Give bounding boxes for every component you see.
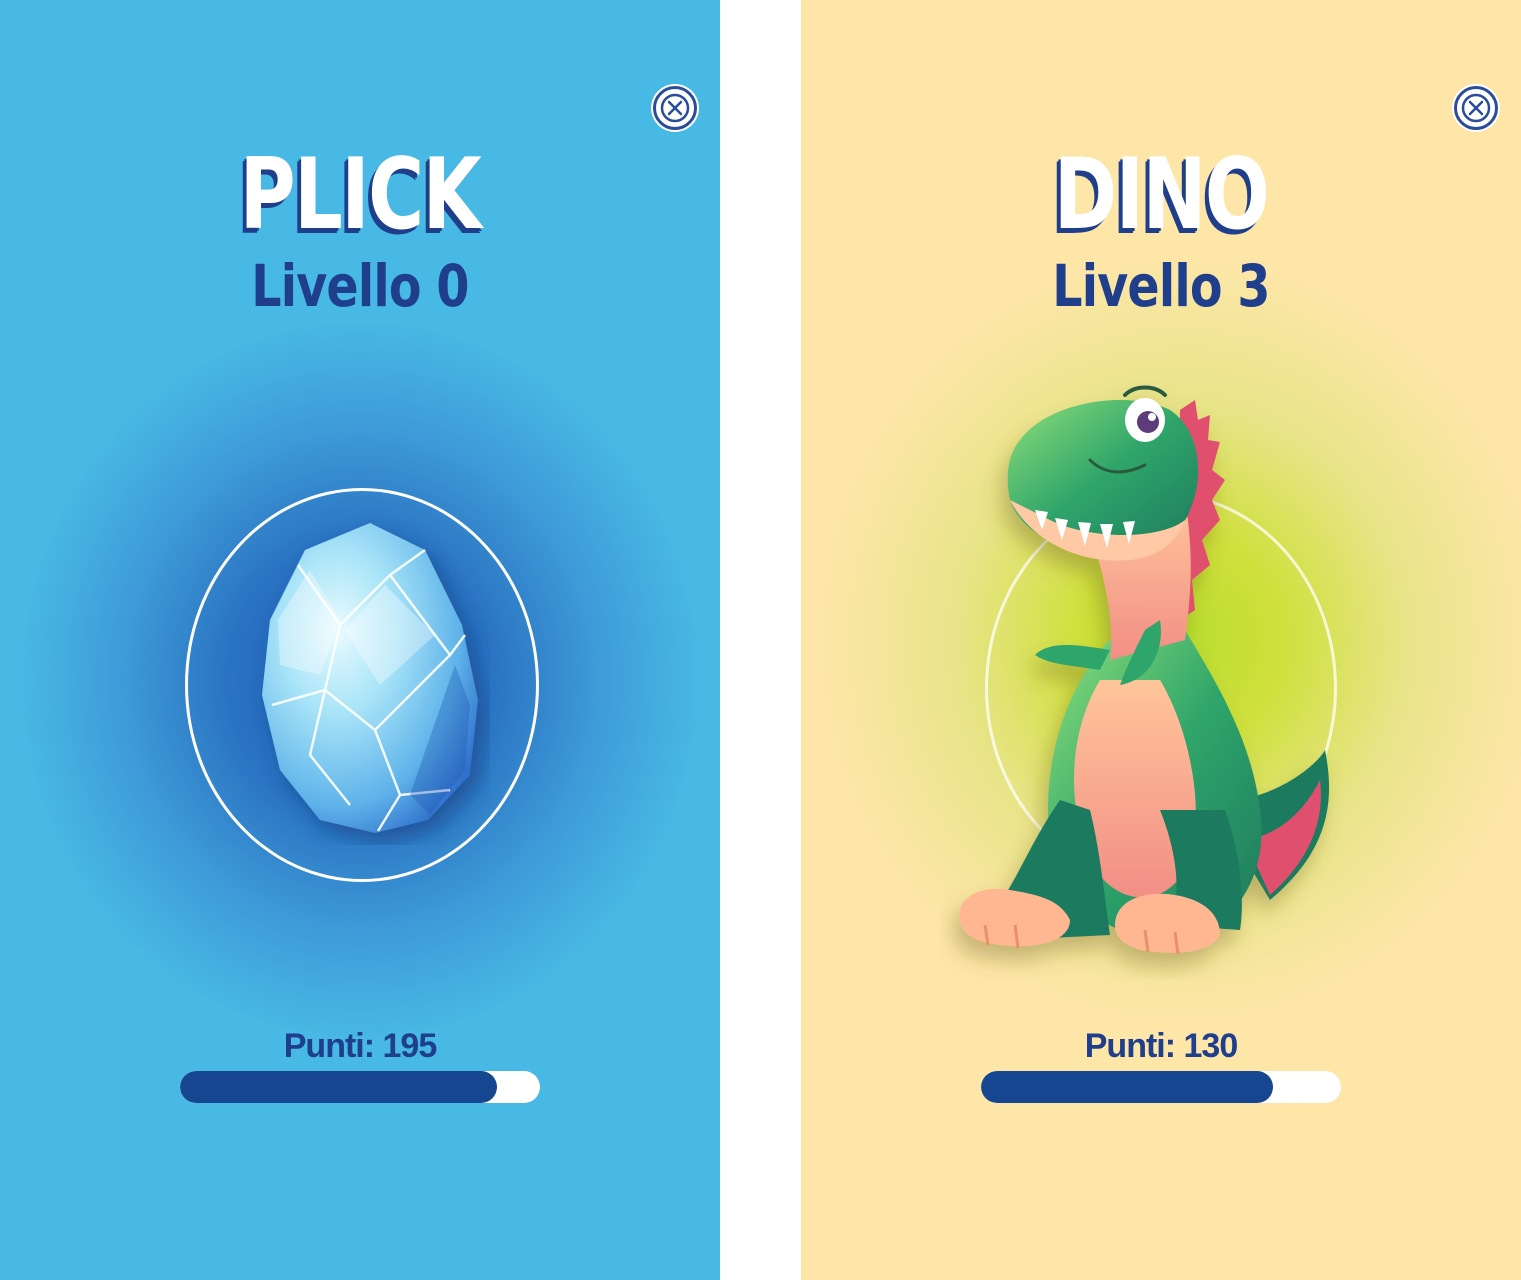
creature-name: PLICK (239, 138, 482, 252)
green-t-rex-image[interactable] (940, 380, 1360, 980)
progress-fill (981, 1071, 1273, 1103)
points-progress-bar (981, 1071, 1341, 1103)
points-label: Punti: 195 (283, 1027, 437, 1065)
close-icon (1461, 93, 1491, 123)
points-progress-bar (180, 1071, 540, 1103)
close-button[interactable] (1454, 86, 1498, 130)
close-button[interactable] (653, 86, 697, 130)
creature-level: Livello 3 (1052, 252, 1270, 320)
creature-level: Livello 0 (251, 252, 469, 320)
crystal-egg-image[interactable] (250, 515, 490, 845)
creature-name: DINO (1053, 138, 1270, 252)
plick-screen: PLICK Livello 0 Punti: 195 (0, 0, 720, 1280)
progress-fill (180, 1071, 497, 1103)
points-label: Punti: 130 (1084, 1027, 1238, 1065)
close-icon (660, 93, 690, 123)
